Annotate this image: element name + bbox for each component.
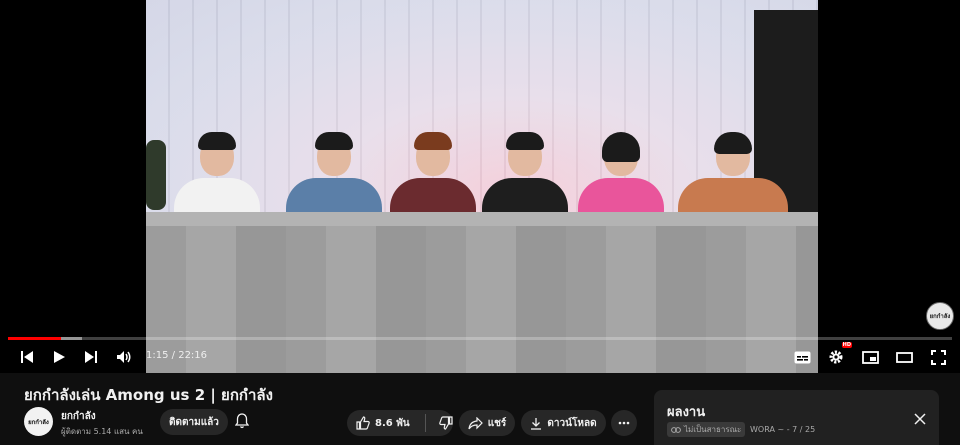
link-icon xyxy=(671,426,681,433)
bell-icon xyxy=(235,413,249,429)
share-icon xyxy=(468,416,483,429)
person-6 xyxy=(678,132,788,222)
miniplayer-button[interactable] xyxy=(858,345,882,369)
avatar-text: ยกกำลัง xyxy=(28,418,49,426)
play-icon xyxy=(54,351,65,363)
video-frame[interactable] xyxy=(146,0,818,373)
like-icon xyxy=(356,416,370,430)
time-total: 22:16 xyxy=(178,350,208,361)
settings-icon xyxy=(829,350,843,364)
next-button[interactable] xyxy=(79,345,103,369)
play-button[interactable] xyxy=(47,345,71,369)
subscribed-label: ติดตามแล้ว xyxy=(169,416,219,428)
playlist-title[interactable]: ผลงาน xyxy=(667,401,705,422)
like-divider xyxy=(424,414,426,432)
dislike-icon xyxy=(438,416,453,430)
previous-button[interactable] xyxy=(15,345,39,369)
person-2 xyxy=(286,132,382,222)
channel-watermark[interactable]: ยกกำลัง xyxy=(926,302,954,330)
playlist-meta: WORA ~ - 7 / 25 xyxy=(750,425,816,434)
like-dislike-group: 8.6 พัน xyxy=(347,410,453,436)
plant xyxy=(146,140,166,210)
like-button[interactable]: 8.6 พัน xyxy=(356,416,410,431)
player-controls: 1:15 / 22:16 HD xyxy=(0,342,960,372)
previous-icon xyxy=(21,351,33,363)
miniplayer-icon xyxy=(861,350,879,364)
subscriber-count: ผู้ติดตาม 5.14 แสน คน xyxy=(61,427,143,436)
watermark-text: ยกกำลัง xyxy=(929,313,951,320)
settings-button[interactable]: HD xyxy=(824,342,852,369)
video-player[interactable]: ยกกำลัง 1:15 / 22:16 HD xyxy=(0,0,960,373)
notification-bell-button[interactable] xyxy=(232,411,252,431)
progress-played xyxy=(8,337,61,340)
person-3 xyxy=(390,132,476,222)
download-icon xyxy=(531,417,542,430)
volume-button[interactable] xyxy=(112,345,136,369)
theater-button[interactable] xyxy=(892,345,916,369)
privacy-badge: ไม่เป็นสาธารณะ xyxy=(667,422,746,437)
theater-icon xyxy=(895,351,913,363)
person-5 xyxy=(578,132,664,222)
time-current: 1:15 xyxy=(146,350,169,361)
share-label: แชร์ xyxy=(487,417,507,429)
more-actions-button[interactable] xyxy=(611,410,637,436)
subtitles-icon xyxy=(794,351,810,363)
person-1 xyxy=(174,132,260,222)
close-playlist-button[interactable] xyxy=(911,410,929,428)
privacy-label: ไม่เป็นสาธารณะ xyxy=(684,425,742,434)
table-top xyxy=(146,212,818,226)
share-button[interactable]: แชร์ xyxy=(459,410,515,436)
video-title: ยกกำลังเล่น Among us 2 | ยกกำลัง xyxy=(24,386,273,404)
playlist-panel: ผลงาน ไม่เป็นสาธารณะ WORA ~ - 7 / 25 xyxy=(654,390,939,445)
more-icon xyxy=(618,421,630,425)
close-icon xyxy=(914,413,926,425)
fullscreen-icon xyxy=(930,349,946,365)
dislike-button[interactable] xyxy=(438,416,453,430)
fullscreen-button[interactable] xyxy=(926,345,950,369)
time-display: 1:15 / 22:16 xyxy=(146,350,207,361)
download-button[interactable]: ดาวน์โหลด xyxy=(521,410,606,436)
channel-avatar[interactable]: ยกกำลัง xyxy=(24,407,53,436)
hd-badge: HD xyxy=(841,342,852,348)
like-count: 8.6 พัน xyxy=(375,417,410,429)
subtitles-button[interactable] xyxy=(790,345,814,369)
progress-bar[interactable] xyxy=(8,337,952,340)
time-separator: / xyxy=(168,350,179,361)
download-label: ดาวน์โหลด xyxy=(547,417,597,429)
next-icon xyxy=(85,351,97,363)
subscribed-button[interactable]: ติดตามแล้ว xyxy=(160,409,228,435)
volume-icon xyxy=(117,351,131,363)
channel-name[interactable]: ยกกำลัง xyxy=(61,409,96,424)
person-4 xyxy=(482,132,568,222)
